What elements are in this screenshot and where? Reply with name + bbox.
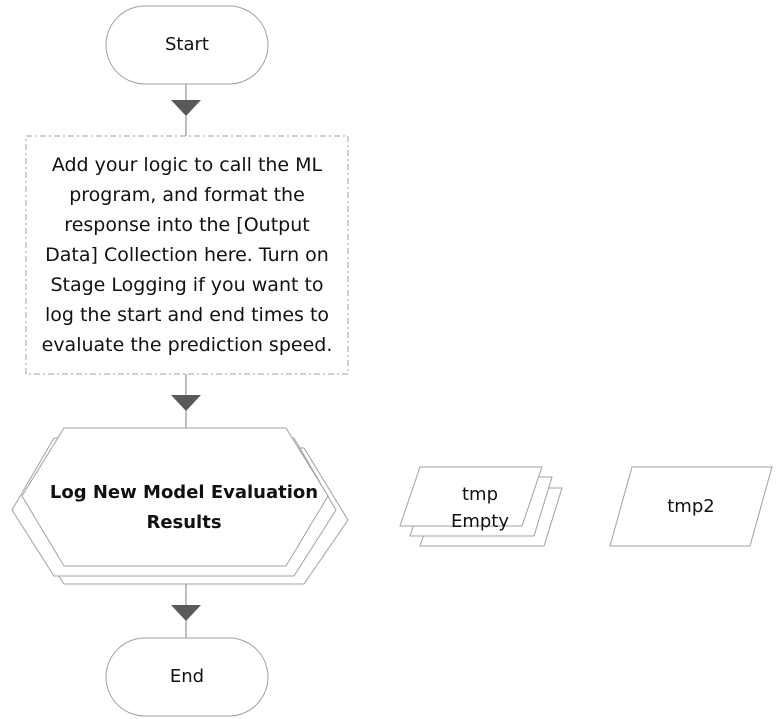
log-process-shape[interactable] [11, 427, 349, 585]
collection-tmp-shape[interactable] [399, 466, 563, 547]
data-tmp2-shape[interactable] [609, 466, 773, 547]
arrow-head-1 [171, 100, 201, 116]
note-box-shape[interactable] [25, 135, 349, 375]
arrow-head-3 [171, 605, 201, 621]
log-process-front [21, 427, 329, 567]
end-terminator-shape[interactable] [105, 637, 269, 717]
collection-tmp-front [399, 466, 543, 527]
arrow-head-2 [171, 395, 201, 411]
flowchart-canvas [11, 5, 773, 717]
start-terminator-shape[interactable] [105, 5, 269, 85]
